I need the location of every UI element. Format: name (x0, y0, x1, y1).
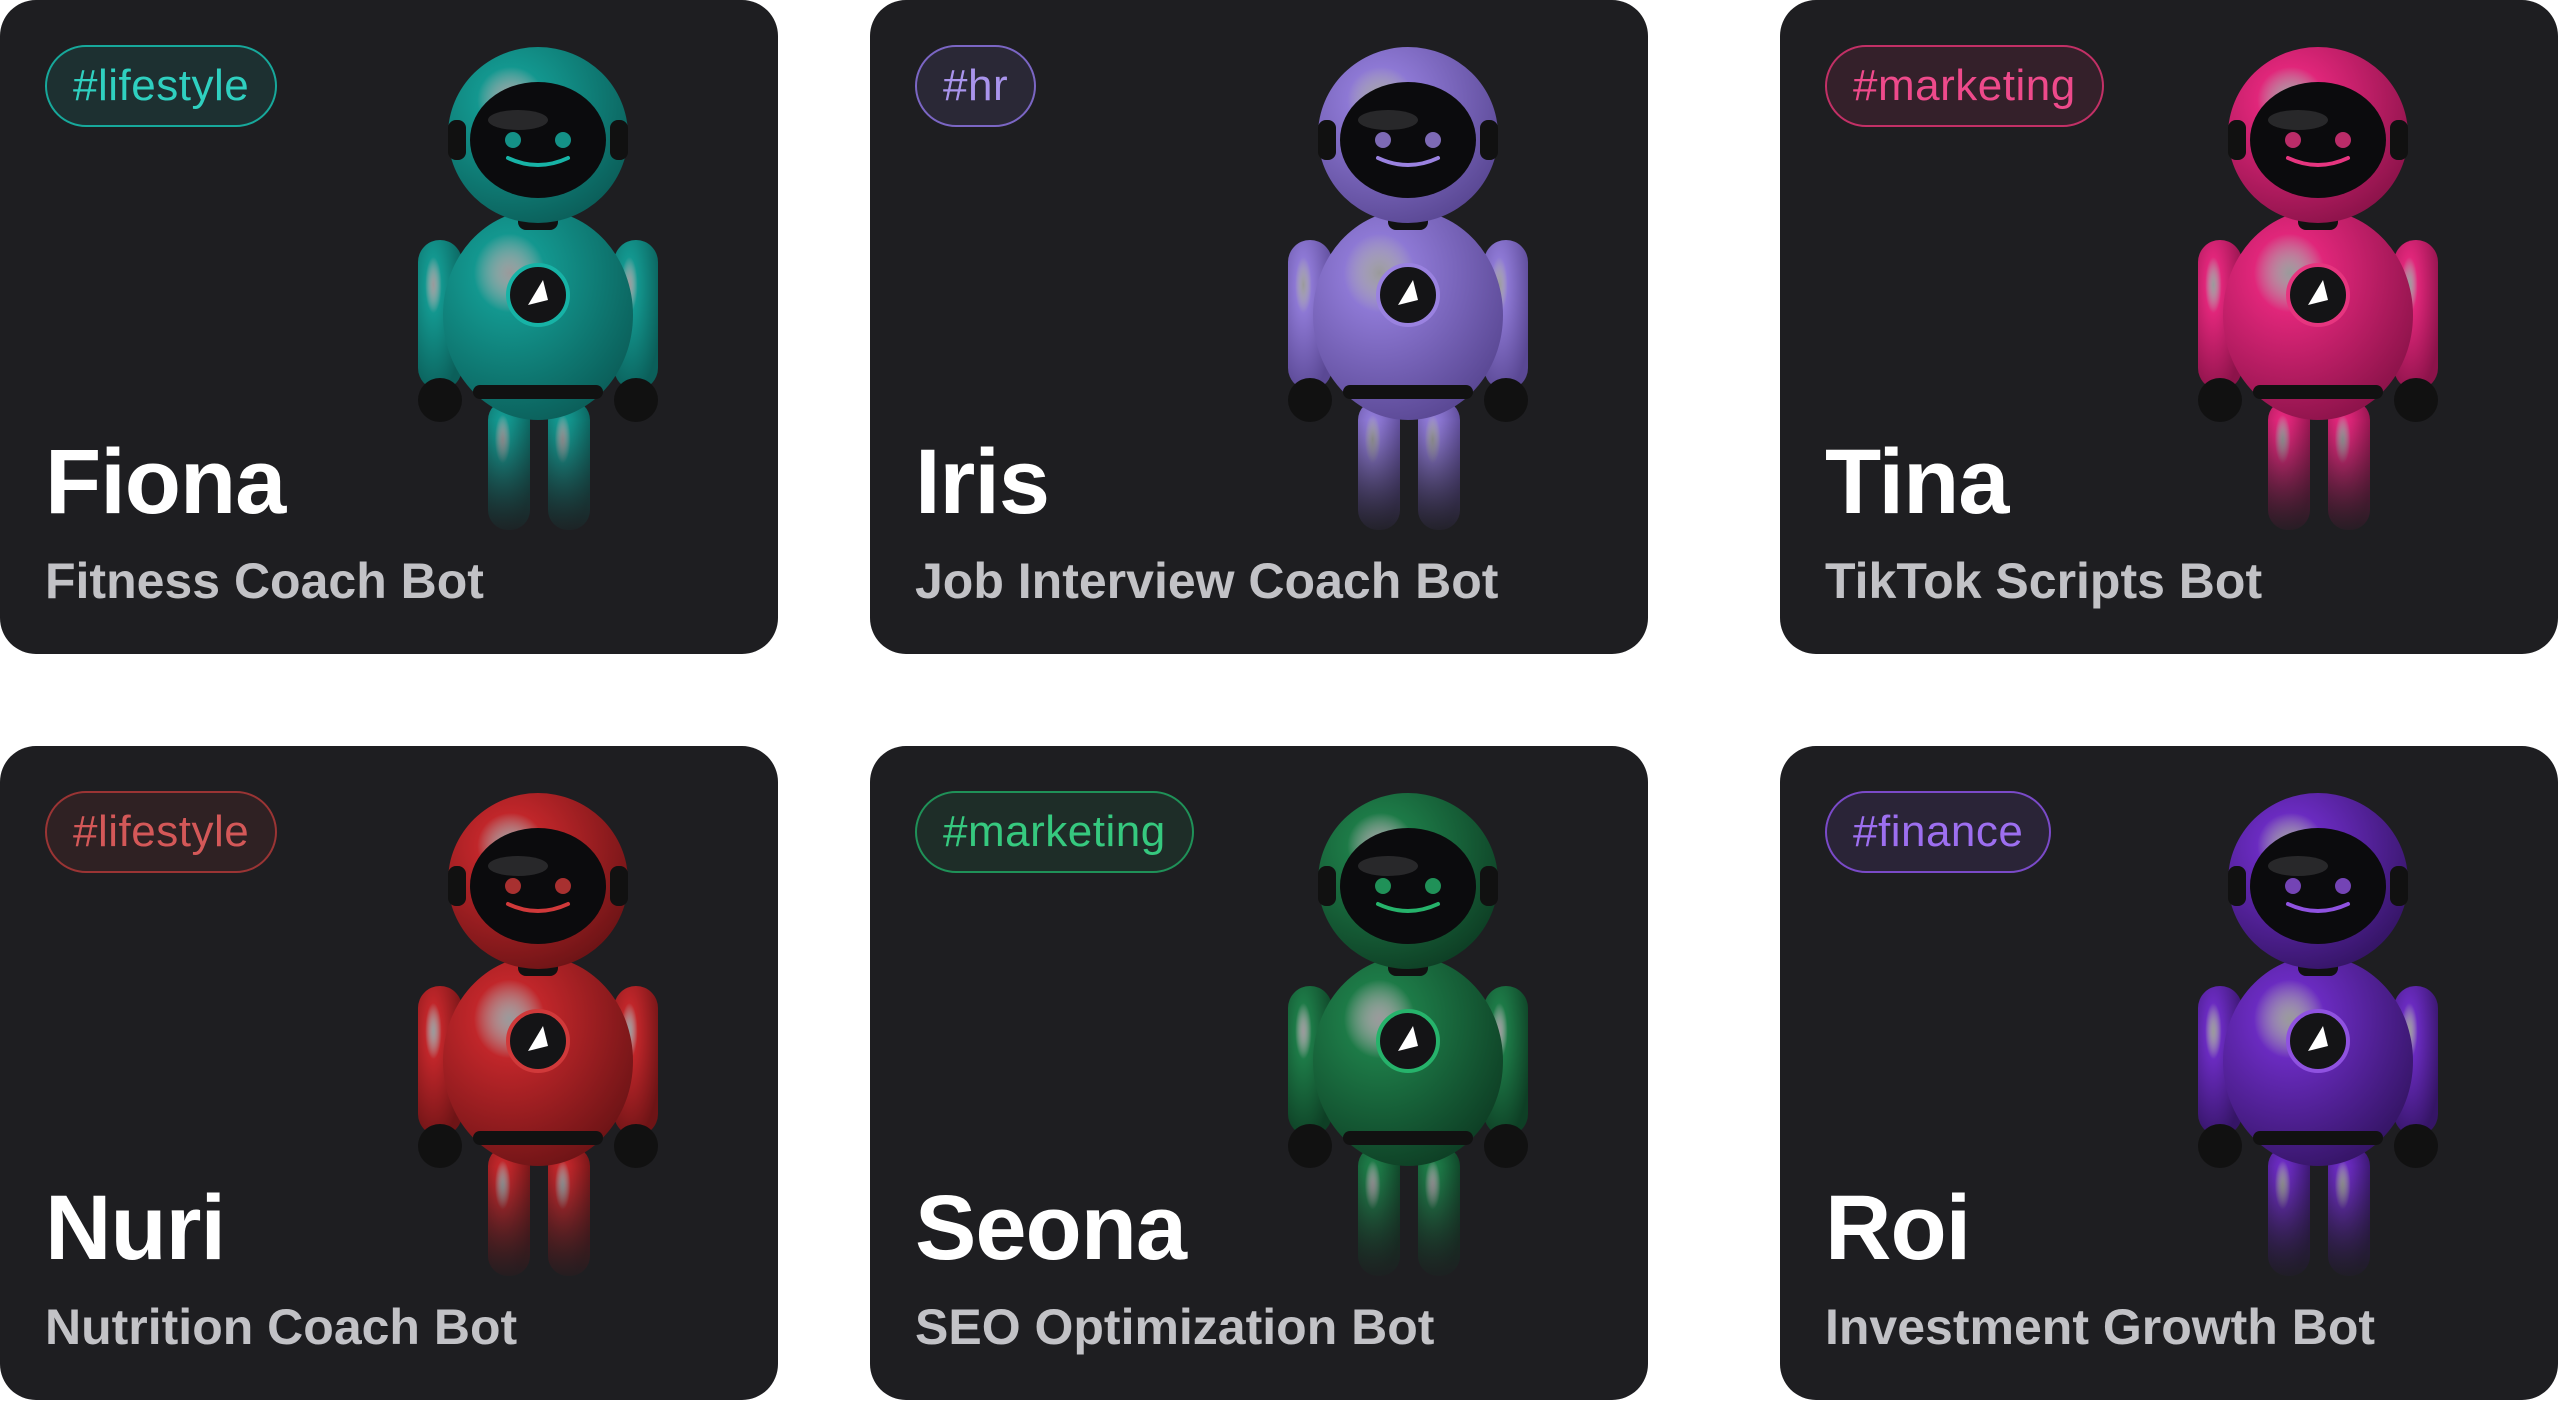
bot-description: Fitness Coach Bot (45, 553, 484, 609)
bot-card-grid: #lifestyle Fiona Fitness Coach Bot #hr I… (0, 0, 2560, 1401)
category-tag[interactable]: #marketing (915, 791, 1194, 873)
robot-seo-icon (1208, 786, 1608, 1286)
robot-tiktok-icon (2118, 40, 2518, 540)
bot-name: Fiona (45, 431, 286, 533)
category-tag[interactable]: #finance (1825, 791, 2052, 873)
bot-description: SEO Optimization Bot (915, 1299, 1435, 1355)
bot-name: Nuri (45, 1177, 226, 1279)
bot-card-nuri[interactable]: #lifestyle Nuri Nutrition Coach Bot (0, 746, 778, 1400)
category-tag[interactable]: #marketing (1825, 45, 2104, 127)
bot-card-iris[interactable]: #hr Iris Job Interview Coach Bot (870, 0, 1648, 654)
bot-description: Job Interview Coach Bot (915, 553, 1499, 609)
category-tag[interactable]: #lifestyle (45, 791, 278, 873)
robot-finance-icon (2118, 786, 2518, 1286)
bot-name: Iris (915, 431, 1050, 533)
bot-name: Roi (1825, 1177, 1971, 1279)
bot-description: TikTok Scripts Bot (1825, 553, 2263, 609)
robot-interview-icon (1208, 40, 1608, 540)
category-tag[interactable]: #lifestyle (45, 45, 278, 127)
robot-nutrition-icon (338, 786, 738, 1286)
bot-card-tina[interactable]: #marketing Tina TikTok Scripts Bot (1780, 0, 2558, 654)
bot-card-fiona[interactable]: #lifestyle Fiona Fitness Coach Bot (0, 0, 778, 654)
bot-card-roi[interactable]: #finance Roi Investment Growth Bot (1780, 746, 2558, 1400)
bot-name: Seona (915, 1177, 1187, 1279)
bot-name: Tina (1825, 431, 2009, 533)
bot-card-seona[interactable]: #marketing Seona SEO Optimization Bot (870, 746, 1648, 1400)
bot-description: Investment Growth Bot (1825, 1299, 2376, 1355)
robot-fitness-icon (338, 40, 738, 540)
bot-description: Nutrition Coach Bot (45, 1299, 518, 1355)
category-tag[interactable]: #hr (915, 45, 1037, 127)
